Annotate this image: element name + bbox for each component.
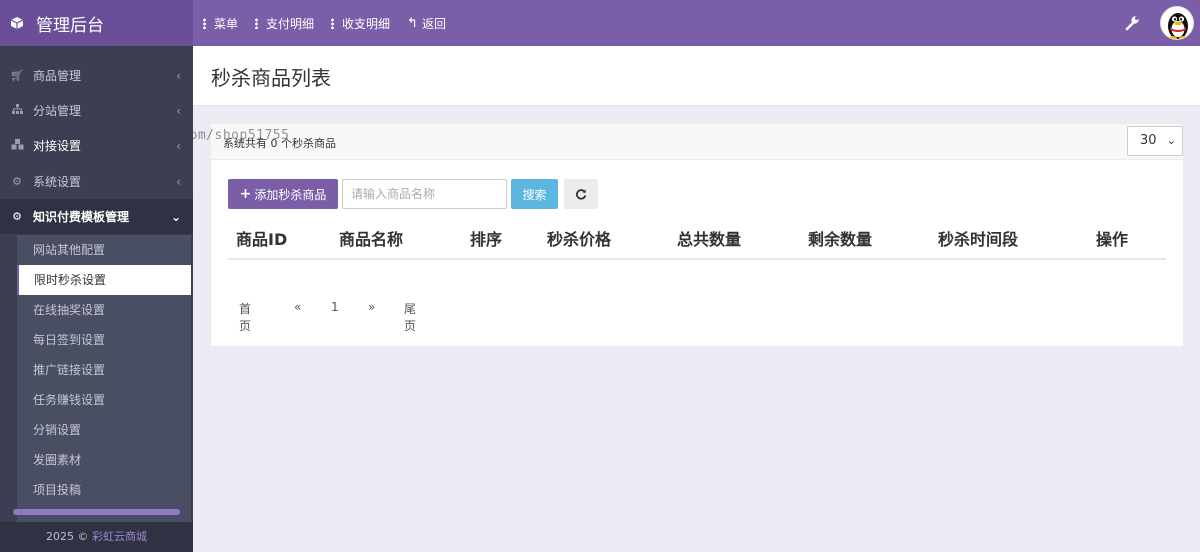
submenu-item-moments-material[interactable]: 发圈素材 [17,445,191,475]
plus-icon: + [239,186,252,202]
submenu-item-flash-sale[interactable]: 限时秒杀设置 [17,265,191,295]
table-header: 商品ID 商品名称 排序 秒杀价格 总共数量 剩余数量 秒杀时间段 操作 [228,220,1166,260]
sidebar: 🛒︎ 商品管理 ‹ 分站管理 ‹ 对接设置 ‹ ⚙ 系统设置 ‹ ⚙ 知识付费模… [0,46,193,552]
sidebar-item-label: 知识付费模板管理 [33,210,130,224]
col-remain-qty: 剩余数量 [808,230,873,249]
top-bar: 管理后台 菜单 支付明细 收支明细 ↰ 返回 [0,0,1200,46]
nav-label: 返回 [421,16,446,31]
pager-prev[interactable]: « [294,300,301,314]
pager-page-1[interactable]: 1 [331,300,339,314]
submenu-item-distribution[interactable]: 分销设置 [17,415,191,445]
col-sort: 排序 [470,230,503,249]
sidebar-item-label: 对接设置 [33,139,82,153]
avatar[interactable] [1160,6,1194,40]
nav-menu[interactable]: 菜单 [203,15,238,32]
nav-back[interactable]: ↰ 返回 [407,15,446,32]
col-goods-name: 商品名称 [339,230,404,249]
brand[interactable]: 管理后台 [0,0,193,46]
sidebar-item-goods[interactable]: 🛒︎ 商品管理 ‹ [0,58,193,93]
col-total-qty: 总共数量 [677,230,742,249]
sidebar-item-system[interactable]: ⚙ 系统设置 ‹ [0,164,193,199]
col-flash-price: 秒杀价格 [547,230,612,249]
col-goods-id: 商品ID [236,230,288,249]
search-button[interactable]: 搜索 [511,179,558,209]
pager-first[interactable]: 首页 [239,300,251,334]
submenu-item-project-submit[interactable]: 项目投稿 [17,475,191,505]
dots-icon [203,17,206,29]
reply-icon: ↰ [407,15,418,31]
chevron-down-icon: ⌄ [170,210,181,224]
col-actions: 操作 [1096,230,1129,249]
sidebar-scrollbar[interactable] [13,509,180,515]
gear-icon: ⚙ [12,175,22,188]
pager-next[interactable]: » [368,300,375,314]
sitemap-icon [10,104,24,117]
submenu-item-task-earn[interactable]: 任务赚钱设置 [17,385,191,415]
panel-header: 系统共有 0 个秒杀商品 30 ⌄ [211,124,1183,160]
dots-icon [255,17,259,29]
chevron-down-icon: ⌄ [1166,134,1176,147]
sidebar-item-label: 商品管理 [33,69,82,83]
nav-income-detail[interactable]: 收支明细 [331,15,390,32]
nav-payment-detail[interactable]: 支付明细 [255,15,314,32]
sidebar-item-label: 分站管理 [33,104,82,118]
content-panel: 系统共有 0 个秒杀商品 30 ⌄ + 添加秒杀商品 搜索 商品ID 商品名称 … [211,124,1183,346]
brand-title: 管理后台 [36,15,104,36]
top-nav: 菜单 支付明细 收支明细 ↰ 返回 [193,0,463,46]
submenu-item-site-config[interactable]: 网站其他配置 [17,235,191,265]
chevron-left-icon: ‹ [176,175,181,189]
add-button-label: 添加秒杀商品 [254,187,327,202]
sidebar-item-docking[interactable]: 对接设置 ‹ [0,128,193,163]
col-time-slot: 秒杀时间段 [938,230,1019,249]
wrench-icon[interactable] [1124,15,1140,31]
add-flash-sale-button[interactable]: + 添加秒杀商品 [228,179,338,209]
footer-copyright: 2025 © [46,530,89,543]
pager-last[interactable]: 尾页 [404,300,416,334]
cart-icon: 🛒︎ [10,69,24,82]
chevron-left-icon: ‹ [176,104,181,118]
dots-icon [331,17,335,29]
sidebar-submenu: 网站其他配置 限时秒杀设置 在线抽奖设置 每日签到设置 推广链接设置 任务赚钱设… [17,235,191,551]
sidebar-item-knowledge-template[interactable]: ⚙ 知识付费模板管理 ⌄ [0,199,193,234]
submenu-item-checkin[interactable]: 每日签到设置 [17,325,191,355]
search-input[interactable] [342,179,507,209]
penguin-icon [1168,13,1188,39]
sidebar-item-label: 系统设置 [33,175,82,189]
footer-link[interactable]: 彩虹云商城 [92,530,147,543]
page-title: 秒杀商品列表 [211,66,331,90]
nav-label: 菜单 [214,16,239,31]
cubes-icon [10,138,24,153]
refresh-button[interactable] [564,179,598,209]
chevron-left-icon: ‹ [176,69,181,83]
cube-icon [10,17,24,29]
chevron-left-icon: ‹ [176,139,181,153]
page-header: 秒杀商品列表 [193,46,1200,106]
gear-icon: ⚙ [12,210,22,223]
sidebar-item-substation[interactable]: 分站管理 ‹ [0,93,193,128]
nav-label: 收支明细 [342,16,391,31]
record-count: 系统共有 0 个秒杀商品 [223,137,336,150]
nav-label: 支付明细 [266,16,315,31]
refresh-icon [575,189,587,200]
page-size-select[interactable]: 30 ⌄ [1127,126,1183,156]
submenu-item-promo-link[interactable]: 推广链接设置 [17,355,191,385]
sidebar-footer: 2025 © 彩虹云商城 [0,522,193,552]
submenu-item-lottery[interactable]: 在线抽奖设置 [17,295,191,325]
page-size-value: 30 [1140,133,1157,148]
